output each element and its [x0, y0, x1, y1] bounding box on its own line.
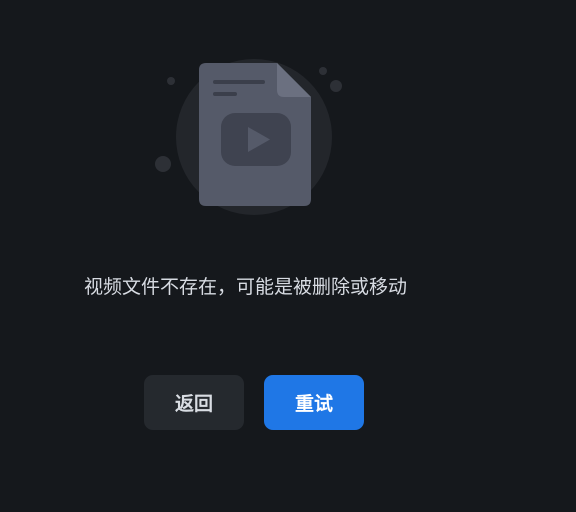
empty-state-illustration: [0, 0, 576, 240]
video-file-missing-icon: [155, 59, 342, 215]
error-message: 视频文件不存在，可能是被删除或移动: [84, 276, 408, 298]
retry-button[interactable]: 重试: [264, 375, 364, 430]
back-button[interactable]: 返回: [144, 375, 244, 430]
